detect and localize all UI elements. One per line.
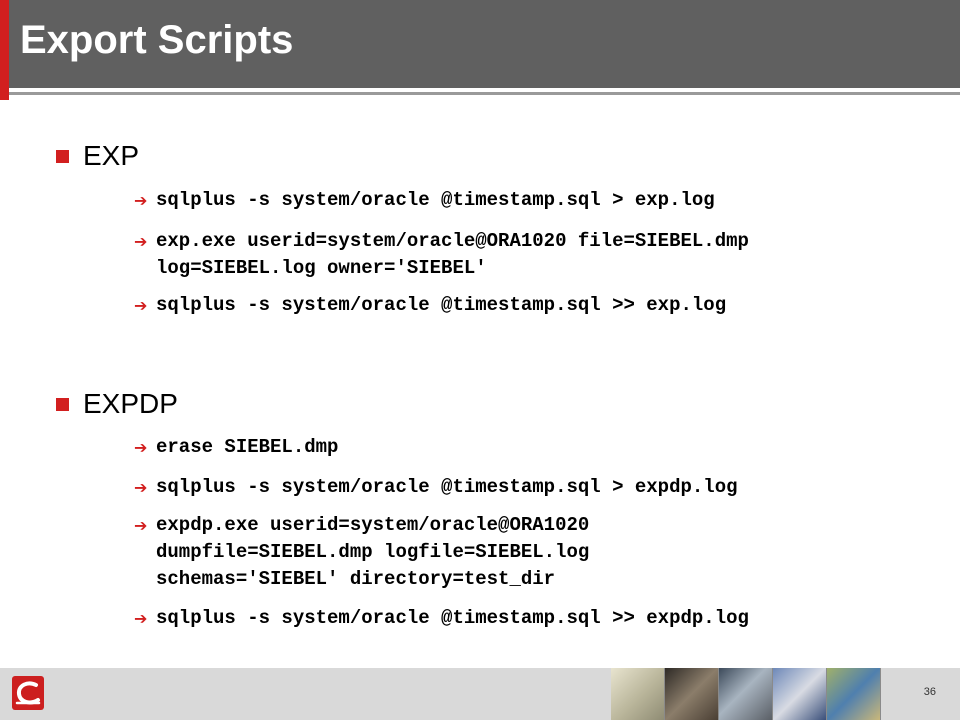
slide-content: EXP ➔ sqlplus -s system/oracle @timestam…: [0, 0, 960, 660]
company-logo-icon: [12, 676, 44, 710]
laptop-photo: [719, 668, 773, 720]
section-label: EXPDP: [83, 388, 178, 419]
logo-swoosh-icon: [15, 681, 41, 705]
command-item: ➔ sqlplus -s system/oracle @timestamp.sq…: [134, 474, 934, 501]
section-label: EXP: [83, 140, 140, 171]
slide: Export Scripts EXP ➔ sqlplus -s system/o…: [0, 0, 960, 720]
command-text: sqlplus -s system/oracle @timestamp.sql …: [156, 294, 727, 316]
handshake-photo: [773, 668, 827, 720]
world-map-photo: [827, 668, 881, 720]
command-item: ➔ expdp.exe userid=system/oracle@ORA1020…: [134, 512, 934, 593]
page-number: 36: [923, 686, 936, 698]
slide-footer: 36: [0, 668, 960, 720]
right-arrow-icon: ➔: [134, 516, 148, 535]
command-text: sqlplus -s system/oracle @timestamp.sql …: [156, 189, 715, 211]
command-item: ➔ sqlplus -s system/oracle @timestamp.sq…: [134, 292, 934, 319]
command-text: expdp.exe userid=system/oracle@ORA1020 d…: [156, 514, 590, 590]
command-text: exp.exe userid=system/oracle@ORA1020 fil…: [156, 230, 749, 279]
square-bullet-icon: [56, 149, 69, 163]
footer-photo-strip: [611, 668, 881, 720]
right-arrow-icon: ➔: [134, 191, 148, 210]
right-arrow-icon: ➔: [134, 296, 148, 315]
section-exp: EXP: [56, 138, 139, 174]
meeting-photo: [665, 668, 719, 720]
right-arrow-icon: ➔: [134, 478, 148, 497]
command-text: sqlplus -s system/oracle @timestamp.sql …: [156, 476, 738, 498]
command-item: ➔ erase SIEBEL.dmp: [134, 434, 934, 461]
section-expdp: EXPDP: [56, 386, 178, 422]
right-arrow-icon: ➔: [134, 438, 148, 457]
square-bullet-icon: [56, 397, 69, 411]
command-item: ➔ sqlplus -s system/oracle @timestamp.sq…: [134, 187, 934, 214]
command-text: sqlplus -s system/oracle @timestamp.sql …: [156, 607, 749, 629]
command-item: ➔ sqlplus -s system/oracle @timestamp.sq…: [134, 605, 934, 632]
keyboard-photo: [611, 668, 665, 720]
command-text: erase SIEBEL.dmp: [156, 436, 339, 458]
command-item: ➔ exp.exe userid=system/oracle@ORA1020 f…: [134, 228, 934, 282]
right-arrow-icon: ➔: [134, 609, 148, 628]
right-arrow-icon: ➔: [134, 232, 148, 251]
